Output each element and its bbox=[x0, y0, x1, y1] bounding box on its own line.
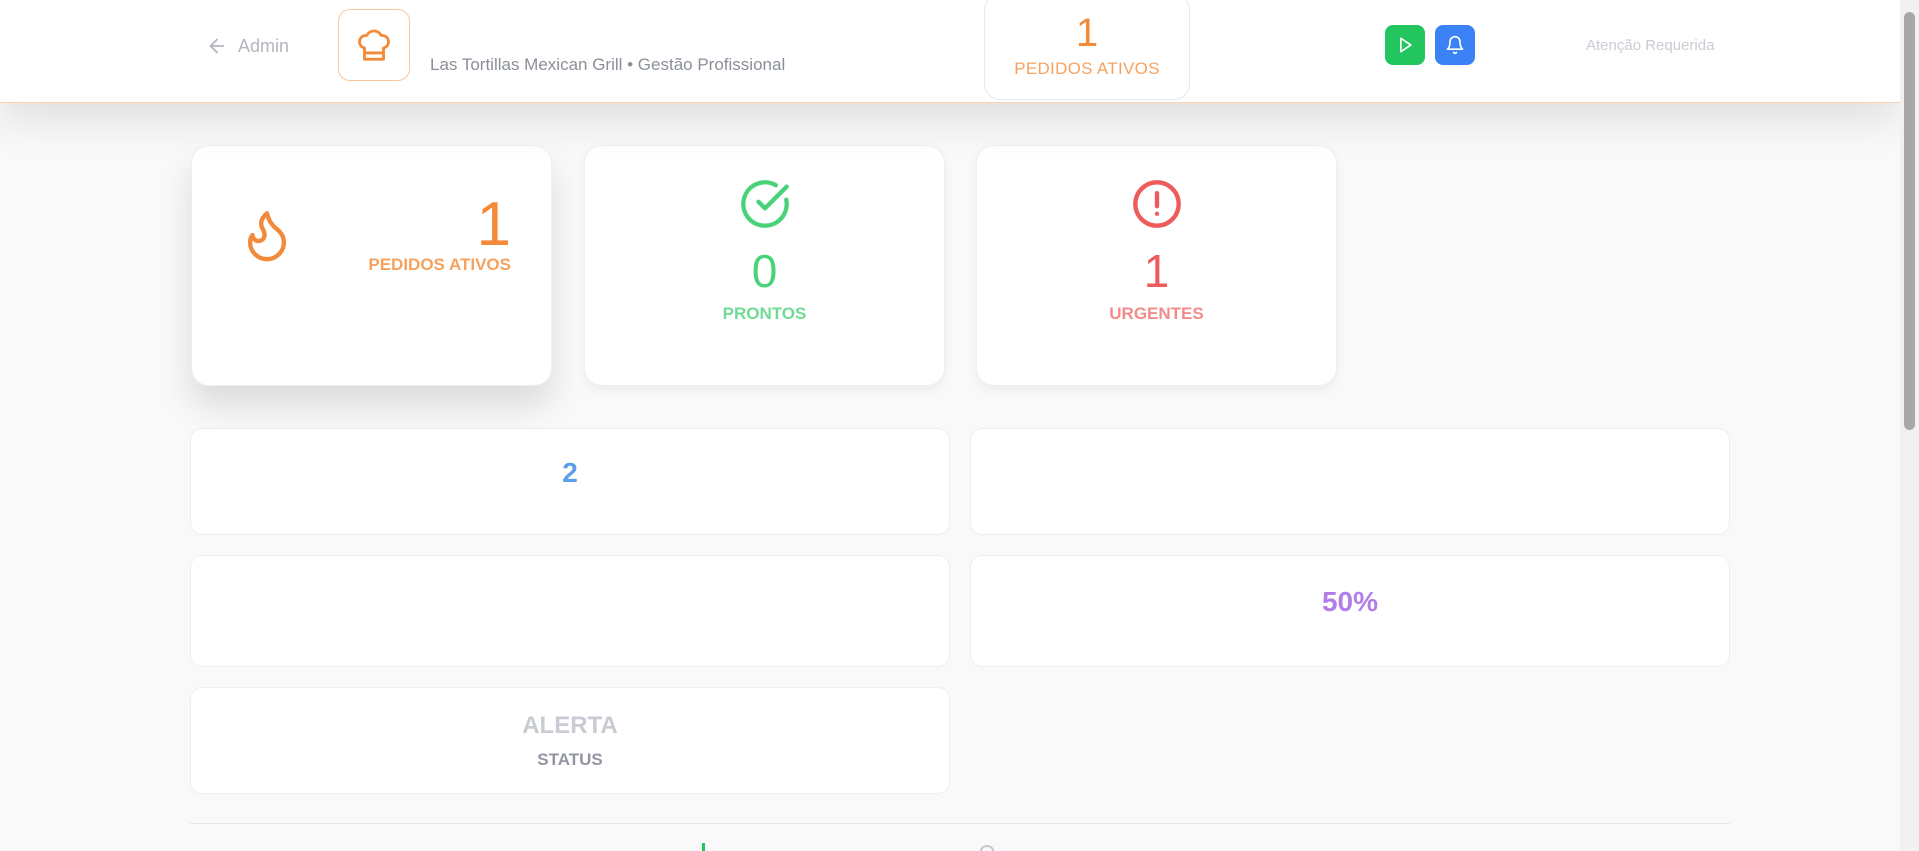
metric-panel-3 bbox=[190, 555, 950, 667]
ready-orders-card: 0 PRONTOS bbox=[584, 145, 945, 386]
status-panel: ALERTA STATUS bbox=[190, 687, 950, 794]
restaurant-subtitle: Las Tortillas Mexican Grill • Gestão Pro… bbox=[430, 55, 786, 74]
chef-hat-icon bbox=[355, 26, 393, 64]
section-divider bbox=[190, 823, 1730, 824]
active-orders-count: 1 bbox=[1075, 11, 1099, 55]
alert-circle-icon bbox=[1131, 178, 1183, 230]
top-header: Admin Las Tortillas Mexican Grill • Gest… bbox=[0, 0, 1900, 103]
urgent-orders-label: URGENTES bbox=[1109, 304, 1204, 323]
check-circle-icon bbox=[739, 178, 791, 230]
active-orders-card: 1 PEDIDOS ATIVOS bbox=[191, 145, 552, 386]
active-orders-value: 1 bbox=[476, 190, 511, 259]
attention-status: Atenção Requerida bbox=[1586, 37, 1715, 54]
metric-panel-1: 2 bbox=[190, 428, 950, 535]
urgent-orders-card: 1 URGENTES bbox=[976, 145, 1337, 386]
metric-panel-4-value: 50% bbox=[1321, 586, 1379, 617]
back-link-label: Admin bbox=[238, 35, 290, 56]
notifications-button[interactable] bbox=[1435, 25, 1475, 65]
status-panel-value: ALERTA bbox=[522, 712, 618, 739]
tab-indicator-green bbox=[702, 843, 716, 851]
ready-orders-label: PRONTOS bbox=[722, 304, 807, 323]
metric-panel-2 bbox=[970, 428, 1730, 535]
play-icon bbox=[1395, 35, 1415, 55]
urgent-orders-value: 1 bbox=[1143, 245, 1170, 297]
ready-orders-value: 0 bbox=[751, 245, 778, 297]
metric-panel-1-value: 2 bbox=[562, 457, 578, 488]
vertical-scrollbar[interactable] bbox=[1900, 0, 1919, 851]
tab-indicator-gray bbox=[980, 845, 994, 851]
bell-icon bbox=[1445, 35, 1465, 55]
metric-panel-4: 50% bbox=[970, 555, 1730, 667]
active-orders-label: PEDIDOS ATIVOS bbox=[1014, 59, 1160, 78]
active-orders-card-label: PEDIDOS ATIVOS bbox=[368, 255, 511, 274]
flame-icon bbox=[238, 204, 296, 266]
status-panel-label: STATUS bbox=[537, 750, 603, 769]
active-orders-pill: 1 PEDIDOS ATIVOS bbox=[984, 0, 1190, 100]
back-to-admin-link[interactable]: Admin bbox=[206, 32, 289, 60]
scrollbar-thumb[interactable] bbox=[1904, 12, 1915, 430]
play-button[interactable] bbox=[1385, 25, 1425, 65]
arrow-left-icon bbox=[206, 35, 228, 57]
logo bbox=[338, 9, 410, 81]
page: Admin Las Tortillas Mexican Grill • Gest… bbox=[0, 0, 1900, 851]
